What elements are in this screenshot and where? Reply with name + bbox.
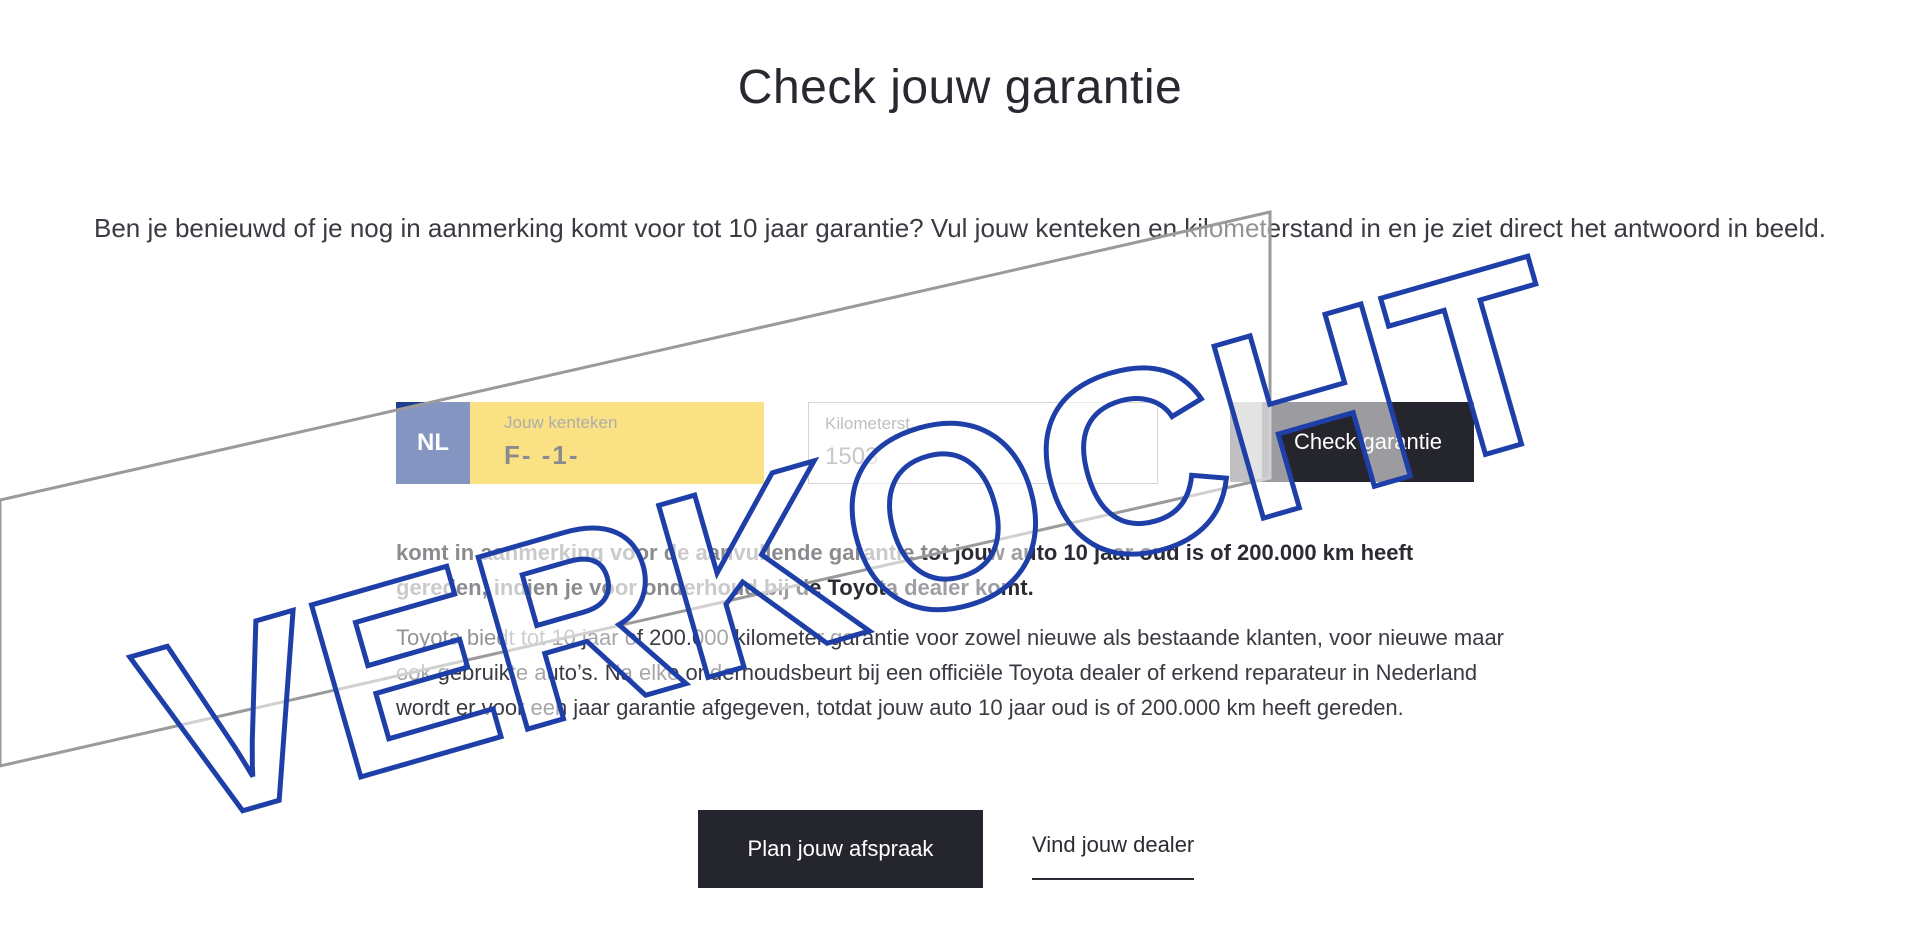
eligibility-note: komt in aanmerking voor de aanvullende g… [396, 540, 1414, 600]
license-plate-label: Jouw kenteken [504, 413, 618, 432]
mileage-input[interactable]: Kilometerst 1503 [808, 402, 1158, 484]
license-plate-value[interactable]: F- -1- [504, 440, 580, 471]
license-plate-input[interactable]: NL Jouw kenteken F- -1- [396, 402, 764, 484]
country-code-badge: NL [396, 402, 470, 484]
mileage-value[interactable]: 1503 [825, 443, 878, 471]
warranty-info-text: Toyota biedt tot 10 jaar of 200.000 kilo… [396, 625, 1505, 720]
find-dealer-link[interactable]: Vind jouw dealer [1032, 832, 1195, 880]
plan-appointment-button[interactable]: Plan jouw afspraak [698, 810, 983, 888]
license-plate-field[interactable]: Jouw kenteken F- -1- [470, 402, 764, 484]
intro-text: Ben je benieuwd of je nog in aanmerking … [94, 213, 1826, 243]
warranty-check-page: Check jouw garantie Ben je benieuwd of j… [0, 0, 1920, 939]
check-warranty-button[interactable]: Check garantie [1230, 402, 1474, 482]
page-title: Check jouw garantie [737, 61, 1183, 115]
mileage-label: Kilometerst [825, 414, 911, 433]
